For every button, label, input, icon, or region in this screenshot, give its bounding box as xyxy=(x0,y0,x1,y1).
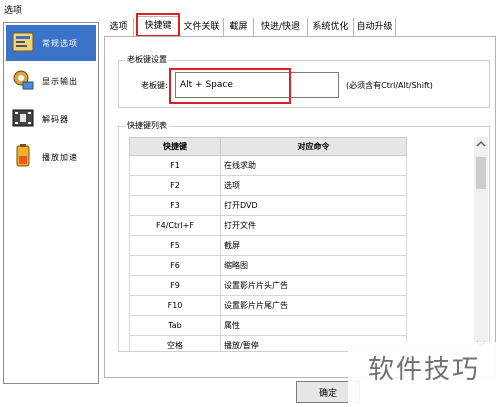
shortcut-command: 属性 xyxy=(220,315,407,336)
nav-item-label: 解码器 xyxy=(42,115,69,124)
scroll-thumb[interactable] xyxy=(476,157,486,189)
tab-file-association[interactable]: 文件关联 xyxy=(180,18,224,36)
nav-item-general[interactable]: 常规选项 xyxy=(6,25,96,61)
shortcut-key: Tab xyxy=(129,315,221,336)
table-row[interactable]: F10 设置影片片尾广告 xyxy=(129,295,407,316)
shortcut-command: 在线求助 xyxy=(220,155,407,176)
battery-acceleration-icon xyxy=(16,144,30,167)
column-header-key: 快捷键 xyxy=(129,137,221,156)
table-row[interactable]: F1 在线求助 xyxy=(129,155,407,176)
shortcut-command: 打开DVD xyxy=(220,195,407,216)
bosskey-label: 老板键: xyxy=(141,81,168,90)
nav-item-decoder[interactable]: 解码器 xyxy=(6,101,96,137)
bosskey-hint: (必须含有Ctrl/Alt/Shift) xyxy=(346,81,433,90)
shortcut-key: F6 xyxy=(129,255,221,276)
title-bar: 选项 xyxy=(0,0,500,18)
window-title: 选项 xyxy=(4,6,23,16)
shortcut-command: 截屏 xyxy=(220,235,407,256)
table-row[interactable]: F9 设置影片片头广告 xyxy=(129,275,407,296)
nav-item-display[interactable]: 显示输出 xyxy=(6,63,96,99)
table-row[interactable]: Tab 属性 xyxy=(129,315,407,336)
table-row[interactable]: F3 打开DVD xyxy=(129,195,407,216)
watermark-overlay: 软件技巧 xyxy=(348,342,500,407)
bosskey-group-title: 老板键设置 xyxy=(125,54,169,65)
nav-item-label: 显示输出 xyxy=(42,77,78,86)
nav-item-acceleration[interactable]: 播放加速 xyxy=(6,139,96,175)
shortcut-key: F4/Ctrl+F xyxy=(129,215,221,236)
shortcut-key: F9 xyxy=(129,275,221,296)
bosskey-input[interactable] xyxy=(175,72,339,98)
tab-auto-update[interactable]: 自动升级 xyxy=(354,18,396,36)
shortcut-table-container: 快捷键 对应命令 F1 在线求助 F2 选项 F3 打开DVD F4/Ctrl+F 打开… xyxy=(129,137,407,351)
shortcut-list-group-title: 快捷键列表 xyxy=(125,120,169,131)
shortcut-command: 缩略图 xyxy=(220,255,407,276)
table-row[interactable]: F6 缩略图 xyxy=(129,255,407,276)
shortcut-key: F10 xyxy=(129,295,221,316)
nav-item-label: 常规选项 xyxy=(42,39,78,48)
scroll-up-arrow-icon[interactable] xyxy=(474,137,488,151)
display-output-icon xyxy=(13,70,34,90)
film-decoder-icon xyxy=(12,109,34,127)
column-header-command: 对应命令 xyxy=(220,137,407,156)
shortcut-key: F3 xyxy=(129,195,221,216)
settings-panel-icon xyxy=(12,32,34,52)
table-row[interactable]: F2 选项 xyxy=(129,175,407,196)
table-scrollbar[interactable] xyxy=(474,137,488,351)
category-panel: 常规选项 显示输出 解码器 播放加速 xyxy=(3,22,99,384)
shortcut-table: 快捷键 对应命令 F1 在线求助 F2 选项 F3 打开DVD F4/Ctrl+F 打开… xyxy=(129,137,407,351)
nav-item-label: 播放加速 xyxy=(42,153,78,162)
table-row[interactable]: F5 截屏 xyxy=(129,235,407,256)
shortcut-key: F1 xyxy=(129,155,221,176)
shortcut-command: 设置影片片尾广告 xyxy=(220,295,407,316)
shortcut-key: 空格 xyxy=(129,335,221,351)
shortcut-key: F5 xyxy=(129,235,221,256)
shortcut-command: 选项 xyxy=(220,175,407,196)
tab-system-optimize[interactable]: 系统优化 xyxy=(308,18,354,36)
tab-options[interactable]: 选项 xyxy=(104,18,134,36)
shortcut-command: 打开文件 xyxy=(220,215,407,236)
shortcut-command: 设置影片片头广告 xyxy=(220,275,407,296)
tab-shortcuts[interactable]: 快捷键 xyxy=(136,16,180,36)
shortcut-key: F2 xyxy=(129,175,221,196)
tab-fast-forward[interactable]: 快进/快退 xyxy=(254,18,308,36)
table-row[interactable]: F4/Ctrl+F 打开文件 xyxy=(129,215,407,236)
tab-screenshot[interactable]: 截屏 xyxy=(224,18,254,36)
